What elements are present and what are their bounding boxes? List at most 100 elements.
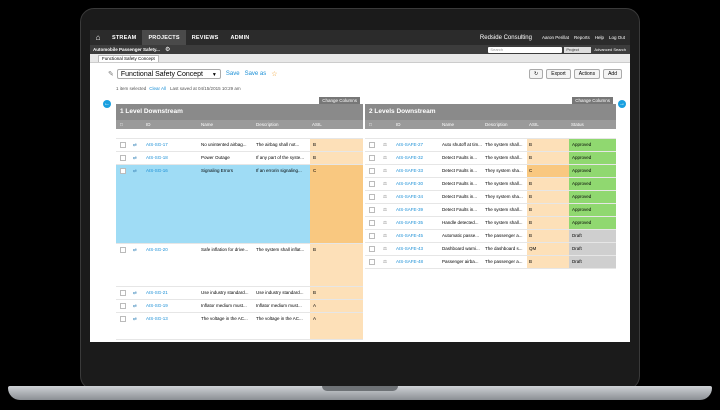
item-id[interactable]: AIS-SAFE-34 xyxy=(396,194,423,199)
row-checkbox[interactable] xyxy=(369,207,375,213)
document-tab[interactable]: Functional Safety Concept xyxy=(98,55,159,62)
add-button[interactable]: Add xyxy=(603,68,622,79)
arrow-left-icon[interactable]: ← xyxy=(103,100,111,108)
item-name: Use industry standard... xyxy=(201,290,249,295)
header-id[interactable]: ID xyxy=(396,122,401,127)
table-row[interactable]: ⇄ AIS-SG-16 Signaling Errors If an errorin … xyxy=(116,165,363,244)
export-button[interactable]: Export xyxy=(546,68,571,79)
tab-admin[interactable]: ADMIN xyxy=(224,30,255,45)
item-id[interactable]: AIS-SAFE-30 xyxy=(396,181,423,186)
item-id[interactable]: AIS-SAFE-43 xyxy=(396,246,423,251)
item-id[interactable]: AIS-SAFE-35 xyxy=(396,220,423,225)
change-columns-button[interactable]: Change Columns xyxy=(572,96,613,104)
row-checkbox[interactable] xyxy=(369,259,375,265)
row-checkbox[interactable] xyxy=(120,155,126,161)
table-row[interactable]: ⇄ AIS-SG-20 Safe inflation for drive... The… xyxy=(116,244,363,287)
table-row[interactable]: Draft ⚖ AIS-SAFE-45 Automatic passe... The p… xyxy=(365,230,616,243)
selected-count: 1 item selected xyxy=(116,85,147,91)
table-row[interactable]: Approved ⚖ AIS-SAFE-33 Detect Faults in... T… xyxy=(365,165,616,178)
header-name[interactable]: Name xyxy=(201,122,213,127)
save-as-link[interactable]: Save as xyxy=(245,71,267,77)
advanced-search-link[interactable]: Advanced Search xyxy=(594,47,626,52)
gear-icon[interactable]: ⚙ xyxy=(165,46,170,53)
search-scope-select[interactable]: Project xyxy=(564,46,592,53)
header-name[interactable]: Name xyxy=(442,122,454,127)
table-row[interactable]: Approved ⚖ AIS-SAFE-32 Detect Faults in... T… xyxy=(365,152,616,165)
row-checkbox[interactable] xyxy=(369,155,375,161)
item-name: Passenger airba... xyxy=(442,259,479,264)
home-icon[interactable]: ⌂ xyxy=(90,30,106,45)
item-id[interactable]: AIS-SG-17 xyxy=(146,142,168,147)
table-row[interactable]: Approved ⚖ AIS-SAFE-27 Auto shutoff at tim.… xyxy=(365,139,616,152)
item-id[interactable]: AIS-SAFE-32 xyxy=(396,155,423,160)
item-name: No unintented airbag... xyxy=(201,142,247,147)
item-id[interactable]: AIS-SG-20 xyxy=(146,247,168,252)
tab-stream[interactable]: STREAM xyxy=(106,30,142,45)
search-input[interactable]: Search xyxy=(488,46,563,53)
row-checkbox[interactable] xyxy=(369,233,375,239)
star-icon[interactable]: ☆ xyxy=(271,70,277,78)
table-row[interactable]: ⇄ AIS-SG-19 Inflator medium must... Inflato… xyxy=(116,300,363,313)
save-link[interactable]: Save xyxy=(226,71,240,77)
row-checkbox[interactable] xyxy=(369,142,375,148)
clear-all-link[interactable]: Clear All xyxy=(149,86,166,91)
row-checkbox[interactable] xyxy=(120,168,126,174)
row-checkbox[interactable] xyxy=(120,247,126,253)
table-row[interactable] xyxy=(116,129,363,139)
select-all-checkbox[interactable]: □ xyxy=(120,122,123,127)
item-id[interactable]: AIS-SAFE-45 xyxy=(396,233,423,238)
tab-projects[interactable]: PROJECTS xyxy=(142,30,186,45)
row-checkbox[interactable] xyxy=(120,303,126,309)
select-all-checkbox[interactable]: □ xyxy=(369,122,372,127)
header-description[interactable]: Description xyxy=(256,122,279,127)
item-id[interactable]: AIS-SAFE-33 xyxy=(396,168,423,173)
item-id[interactable]: AIS-SAFE-27 xyxy=(396,142,423,147)
item-id[interactable]: AIS-SG-18 xyxy=(146,155,168,160)
item-id[interactable]: AIS-SG-19 xyxy=(146,303,168,308)
item-name: Inflator medium must... xyxy=(201,303,247,308)
table-row[interactable]: ⇄ AIS-SG-13 The voltage in the AC... The vo… xyxy=(116,313,363,340)
row-checkbox[interactable] xyxy=(120,290,126,296)
header-asil[interactable]: ASIL xyxy=(529,122,539,127)
document-select[interactable]: Functional Safety Concept ▼ xyxy=(116,68,221,79)
actions-button[interactable]: Actions xyxy=(573,68,601,79)
table-row[interactable]: Approved ⚖ AIS-SAFE-30 Detect Faults in... T… xyxy=(365,178,616,191)
asil-cell xyxy=(310,287,363,299)
arrow-right-icon[interactable]: → xyxy=(618,100,626,108)
row-checkbox[interactable] xyxy=(369,220,375,226)
row-checkbox[interactable] xyxy=(369,168,375,174)
change-columns-button[interactable]: Change Columns xyxy=(319,96,360,104)
refresh-button[interactable]: ↻ xyxy=(529,68,544,79)
item-asil: A xyxy=(313,303,317,308)
header-asil[interactable]: ASIL xyxy=(312,122,322,127)
item-id[interactable]: AIS-SAFE-39 xyxy=(396,207,423,212)
header-status[interactable]: Status xyxy=(571,122,584,127)
row-checkbox[interactable] xyxy=(120,316,126,322)
app-screen: ⌂ STREAM PROJECTS REVIEWS ADMIN Redside … xyxy=(90,30,630,342)
item-id[interactable]: AIS-SG-13 xyxy=(146,316,168,321)
table-row[interactable]: ⇄ AIS-SG-21 Use industry standard... Use in… xyxy=(116,287,363,300)
header-description[interactable]: Description xyxy=(485,122,508,127)
reports-link[interactable]: Reports xyxy=(574,35,590,40)
logout-link[interactable]: Log Out xyxy=(609,35,625,40)
table-row[interactable]: Draft ⚖ AIS-SAFE-48 Passenger airba... The p… xyxy=(365,256,616,269)
user-link[interactable]: Aaron Perillat xyxy=(542,35,569,40)
row-checkbox[interactable] xyxy=(120,142,126,148)
table-row[interactable]: ⇄ AIS-SG-18 Power Outage If any part of the… xyxy=(116,152,363,165)
row-checkbox[interactable] xyxy=(369,181,375,187)
tab-reviews[interactable]: REVIEWS xyxy=(186,30,225,45)
table-row[interactable] xyxy=(365,129,616,139)
table-row[interactable]: ⇄ AIS-SG-17 No unintented airbag... The air… xyxy=(116,139,363,152)
item-id[interactable]: AIS-SG-21 xyxy=(146,290,168,295)
help-link[interactable]: Help xyxy=(595,35,604,40)
table-row[interactable]: Draft ⚖ AIS-SAFE-43 Dashboard warni... The d… xyxy=(365,243,616,256)
row-checkbox[interactable] xyxy=(369,246,375,252)
item-id[interactable]: AIS-SG-16 xyxy=(146,168,168,173)
header-id[interactable]: ID xyxy=(146,122,151,127)
row-checkbox[interactable] xyxy=(369,194,375,200)
table-row[interactable]: Approved ⚖ AIS-SAFE-35 Handle detected... Th… xyxy=(365,217,616,230)
table-row[interactable]: Approved ⚖ AIS-SAFE-34 Detect Faults in... T… xyxy=(365,191,616,204)
project-name[interactable]: Automobile Passenger Safety... xyxy=(93,47,160,52)
table-row[interactable]: Approved ⚖ AIS-SAFE-39 Detect Faults in... T… xyxy=(365,204,616,217)
item-id[interactable]: AIS-SAFE-48 xyxy=(396,259,423,264)
